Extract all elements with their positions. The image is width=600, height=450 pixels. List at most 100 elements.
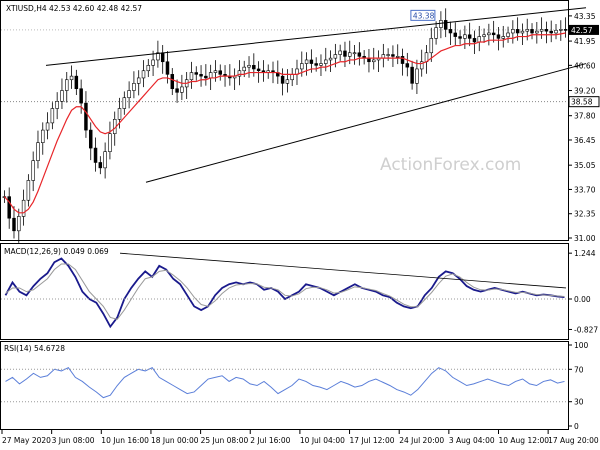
candle-body [415, 68, 419, 84]
moving-average-line [3, 32, 566, 214]
candle-body [463, 34, 467, 39]
rsi-pane-frame [0, 341, 569, 430]
candle-body [252, 65, 256, 70]
candle-body [395, 56, 400, 58]
candle-body [218, 70, 222, 75]
candle-body [41, 129, 45, 143]
candle-body [136, 77, 141, 84]
chart: XTIUSD,H4 42.53 42.60 42.48 42.57 Action… [0, 0, 600, 445]
rsi-y-tick-label: 100 [574, 341, 589, 350]
candle-body [204, 75, 208, 79]
candle-body [487, 32, 491, 36]
rsi-axis: 100 70 30 0 [1, 341, 589, 431]
peak-annotation-label: 43.38 [413, 11, 435, 20]
rsi-y-tick-label: 70 [574, 365, 584, 374]
price-y-tick-label: 40.60 [574, 61, 596, 70]
candle-body [151, 59, 155, 66]
candle-body [55, 101, 59, 109]
candle-body [45, 122, 50, 131]
candle-body [98, 162, 103, 169]
candle-body [554, 29, 558, 34]
candle-body [175, 88, 179, 93]
rsi-line [5, 367, 565, 399]
candle-body [434, 27, 438, 39]
candle-body [472, 38, 477, 43]
candle-body [405, 63, 410, 68]
candle-body [309, 59, 314, 64]
candle-body [506, 32, 510, 37]
candle-body [93, 147, 98, 163]
candle-body [141, 70, 146, 79]
time-tick-label: 17 Jul 12:00 [350, 436, 395, 445]
candle-body [539, 29, 544, 32]
candle-body [79, 88, 83, 104]
candle-body [477, 36, 482, 43]
time-tick-label: 10 Jun 16:00 [101, 436, 149, 445]
candle-body [501, 36, 505, 39]
candle-body [132, 83, 136, 91]
macd-y-tick-label: -0.827 [574, 325, 598, 334]
candle-body [333, 54, 338, 59]
candle-body [328, 57, 333, 61]
candle-body [386, 54, 390, 56]
candle-body [290, 74, 294, 81]
candle-body [515, 29, 520, 34]
price-y-tick-label: 41.95 [574, 37, 596, 46]
rsi-y-tick-label: 0 [574, 422, 579, 431]
candle-body [50, 108, 55, 124]
candle-body [7, 196, 11, 219]
candle-body [127, 90, 131, 99]
candle-body [448, 29, 453, 34]
candle-body [304, 59, 309, 64]
candle-body [208, 72, 213, 79]
candle-body [199, 74, 203, 77]
candle-body [352, 52, 357, 55]
time-tick-label: 3 Aug 04:00 [449, 436, 495, 445]
candle-body [467, 34, 472, 39]
rsi-y-tick-label: 30 [574, 398, 584, 407]
candle-body [530, 29, 534, 34]
candle-body [324, 59, 328, 64]
price-y-tick-label: 31.00 [574, 234, 596, 243]
candle-body [549, 30, 553, 34]
candle-body [108, 133, 112, 152]
candle-body [256, 68, 261, 72]
candle-body [189, 72, 194, 81]
macd-label: MACD(12,26,9) 0.049 0.069 [4, 247, 109, 256]
candle-body [338, 50, 342, 55]
candle-body [443, 20, 448, 30]
candle-body [520, 30, 525, 34]
price-y-tick-label: 37.80 [574, 112, 596, 121]
candle-body [213, 70, 218, 73]
candle-body [194, 72, 199, 75]
macd-line [4, 257, 565, 329]
price-y-tick-label: 32.35 [574, 210, 596, 219]
macd-pane: MACD(12,26,9) 0.049 0.069 1.244 0.00 -0.82… [0, 243, 598, 340]
candle-body [146, 65, 151, 72]
candle-body [496, 34, 501, 39]
candle-body [26, 180, 31, 201]
candle-body [482, 34, 486, 37]
candle-body [31, 160, 35, 181]
time-tick-label: 2 Jul 16:00 [250, 436, 290, 445]
macd-trendline [119, 252, 567, 289]
candle-body [371, 59, 376, 63]
candle-body [458, 36, 462, 39]
candle-body [348, 52, 352, 57]
time-tick-label: 27 May 2020 [2, 436, 51, 445]
time-tick-label: 10 Jul 04:00 [300, 436, 345, 445]
candle-body [314, 63, 318, 66]
candle-body [535, 30, 539, 34]
price-y-tick-label: 39.20 [574, 87, 596, 96]
candle-body [300, 63, 304, 70]
rsi-label: RSI(14) 54.6728 [4, 344, 65, 353]
candle-body [410, 66, 414, 84]
candle-body [491, 32, 496, 36]
candle-body [563, 29, 568, 31]
candle-body [17, 216, 21, 232]
macd-y-tick-label: 0.00 [574, 295, 591, 304]
current-price-label: 42.57 [571, 26, 593, 35]
candle-body [103, 151, 107, 169]
price-y-tick-label: 36.45 [574, 136, 596, 145]
candle-body [559, 29, 563, 31]
